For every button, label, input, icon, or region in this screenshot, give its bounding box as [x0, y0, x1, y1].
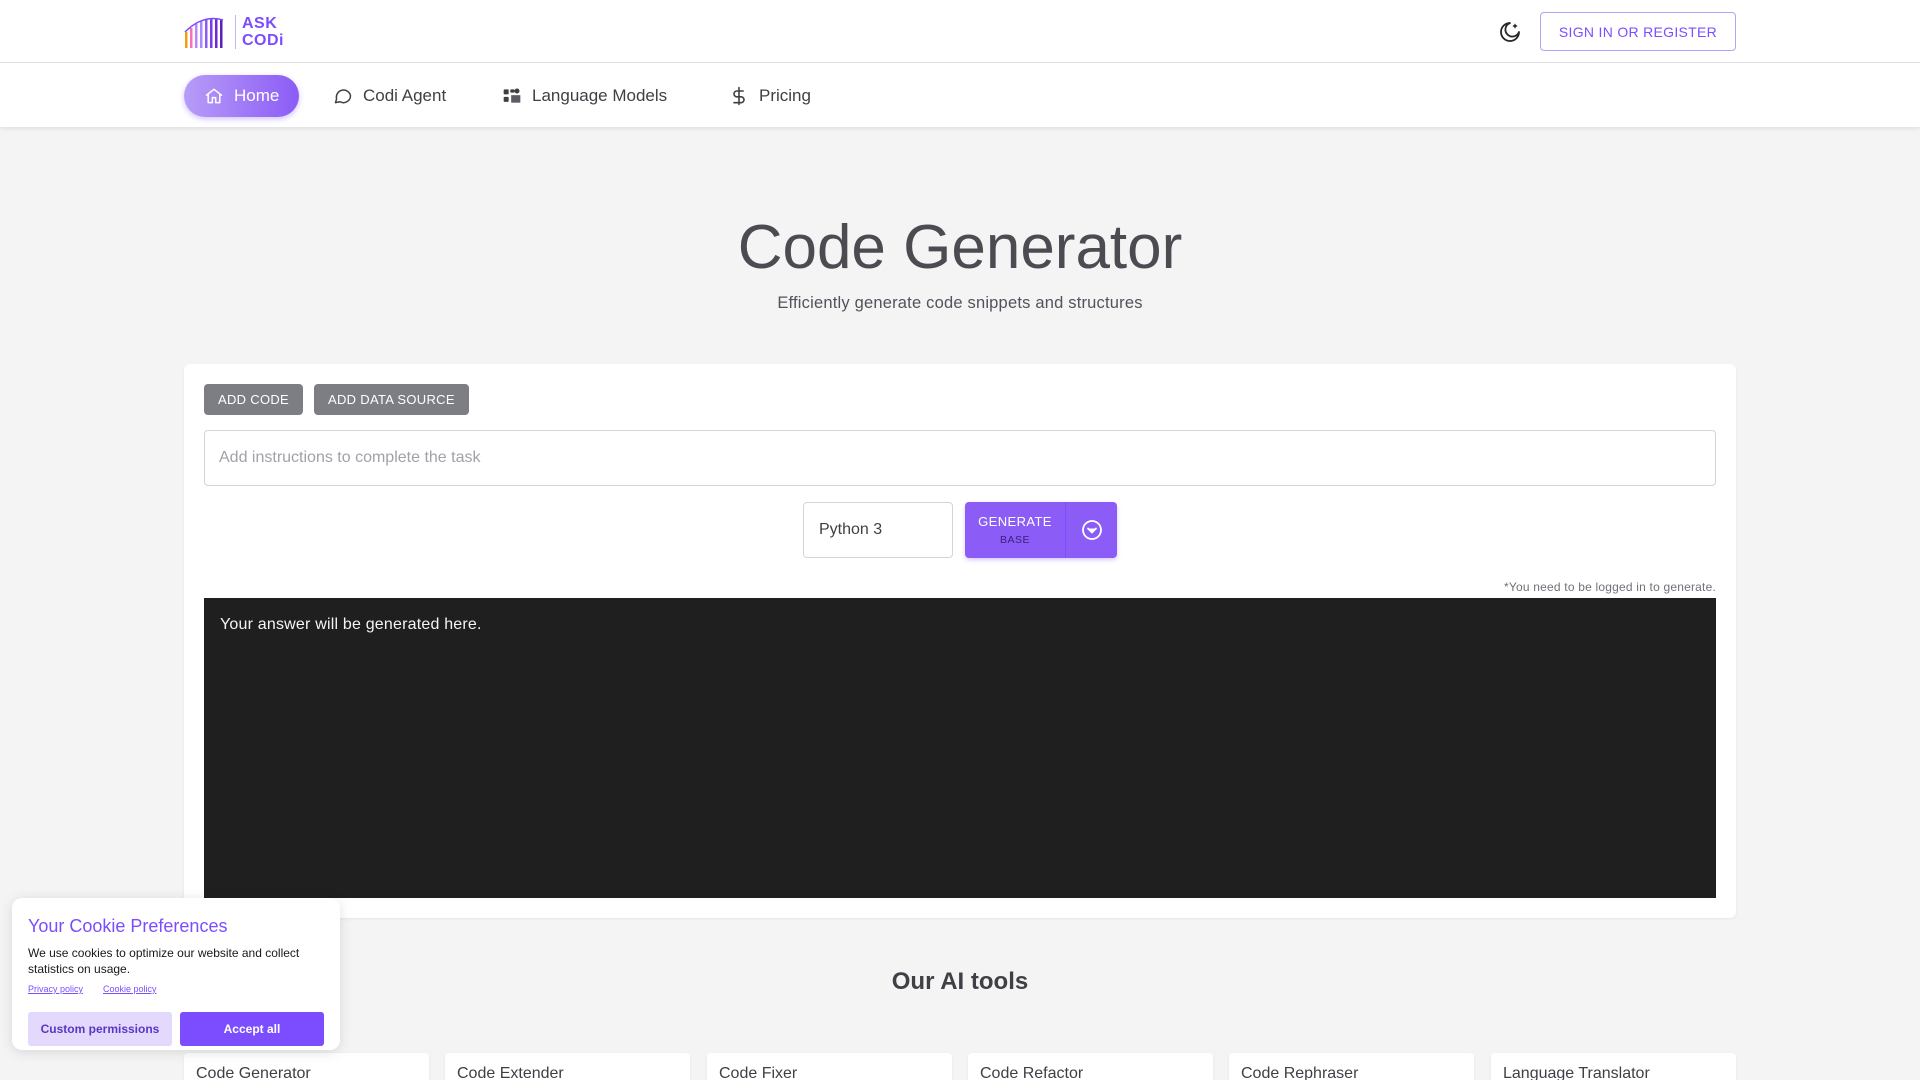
- nav-label-language-models: Language Models: [532, 86, 668, 105]
- generator-card: ADD CODE ADD DATA SOURCE Python 3 GENERA…: [184, 364, 1736, 918]
- tool-card-label: Code Refactor: [980, 1065, 1084, 1080]
- nav-label-codi-agent: Codi Agent: [363, 86, 447, 105]
- cookie-preferences-banner: Your Cookie Preferences We use cookies t…: [12, 898, 340, 1050]
- language-select[interactable]: Python 3: [803, 502, 953, 558]
- logo-divider: [235, 15, 236, 49]
- language-select-value: Python 3: [819, 521, 883, 538]
- generate-mode-label: BASE: [999, 534, 1030, 546]
- logo-line-2: CODi: [242, 32, 284, 49]
- tool-card-language-translator[interactable]: Language Translator: [1491, 1053, 1736, 1080]
- theme-toggle-button[interactable]: [1498, 20, 1522, 44]
- cookie-description: We use cookies to optimize our website a…: [28, 946, 300, 976]
- page-subtitle: Efficiently generate code snippets and s…: [777, 294, 1143, 312]
- nav-item-codi-agent[interactable]: Codi Agent: [313, 75, 466, 117]
- nav-item-pricing[interactable]: Pricing: [709, 75, 831, 117]
- instructions-input[interactable]: [204, 430, 1716, 486]
- nav-item-language-models[interactable]: Language Models: [482, 75, 687, 117]
- cookie-title: Your Cookie Preferences: [28, 916, 228, 936]
- sign-in-register-button[interactable]: SIGN IN OR REGISTER: [1540, 12, 1736, 51]
- main-nav: Home Codi Agent Language Models Pricing: [0, 63, 1920, 127]
- top-header: ASK CODi SIGN IN OR REGISTER: [0, 0, 1920, 63]
- cookie-policy-link[interactable]: Cookie policy: [103, 984, 157, 994]
- tool-card-label: Code Generator: [196, 1065, 311, 1080]
- tool-card-label: Code Extender: [457, 1065, 564, 1080]
- nav-label-home: Home: [234, 86, 280, 105]
- nav-item-home[interactable]: Home: [184, 75, 300, 117]
- chat-bubble-icon: [334, 89, 352, 104]
- tool-card-label: Language Translator: [1503, 1065, 1650, 1080]
- output-panel[interactable]: Your answer will be generated here.: [204, 598, 1716, 898]
- dollar-icon: [733, 86, 745, 106]
- generate-mode-dropdown[interactable]: [1066, 502, 1117, 558]
- tool-card-code-fixer[interactable]: Code Fixer: [707, 1053, 952, 1080]
- accept-all-cookies-button[interactable]: Accept all: [180, 1012, 324, 1046]
- tool-card-code-refactor[interactable]: Code Refactor: [968, 1053, 1213, 1080]
- home-icon: [205, 88, 223, 104]
- tool-card-code-generator[interactable]: Code Generator: [184, 1053, 429, 1080]
- custom-permissions-button[interactable]: Custom permissions: [28, 1012, 172, 1046]
- tool-card-label: Code Rephraser: [1241, 1065, 1359, 1080]
- add-code-button[interactable]: ADD CODE: [204, 384, 304, 415]
- tool-card-code-rephraser[interactable]: Code Rephraser: [1229, 1053, 1474, 1080]
- nav-label-pricing: Pricing: [759, 86, 811, 105]
- page-title: Code Generator: [737, 213, 1183, 282]
- logo-wordmark: ASK CODi: [242, 15, 284, 49]
- logo-mark-icon: [184, 17, 224, 48]
- logo-line-1: ASK: [242, 15, 278, 32]
- models-icon: [503, 88, 521, 103]
- moon-icon: [1500, 22, 1520, 42]
- tool-card-code-extender[interactable]: Code Extender: [445, 1053, 690, 1080]
- output-placeholder: Your answer will be generated here.: [220, 616, 482, 633]
- add-data-source-button[interactable]: ADD DATA SOURCE: [314, 384, 469, 415]
- generate-button-group: GENERATE BASE: [965, 502, 1117, 558]
- askcodi-logo[interactable]: ASK CODi: [183, 12, 284, 52]
- chevron-down-circle-icon: [1081, 520, 1102, 540]
- tool-card-label: Code Fixer: [719, 1065, 798, 1080]
- generate-button[interactable]: GENERATE BASE: [965, 502, 1066, 558]
- privacy-policy-link[interactable]: Privacy policy: [28, 984, 83, 994]
- login-required-note: *You need to be logged in to generate.: [1504, 580, 1716, 594]
- generate-label: GENERATE: [978, 514, 1052, 529]
